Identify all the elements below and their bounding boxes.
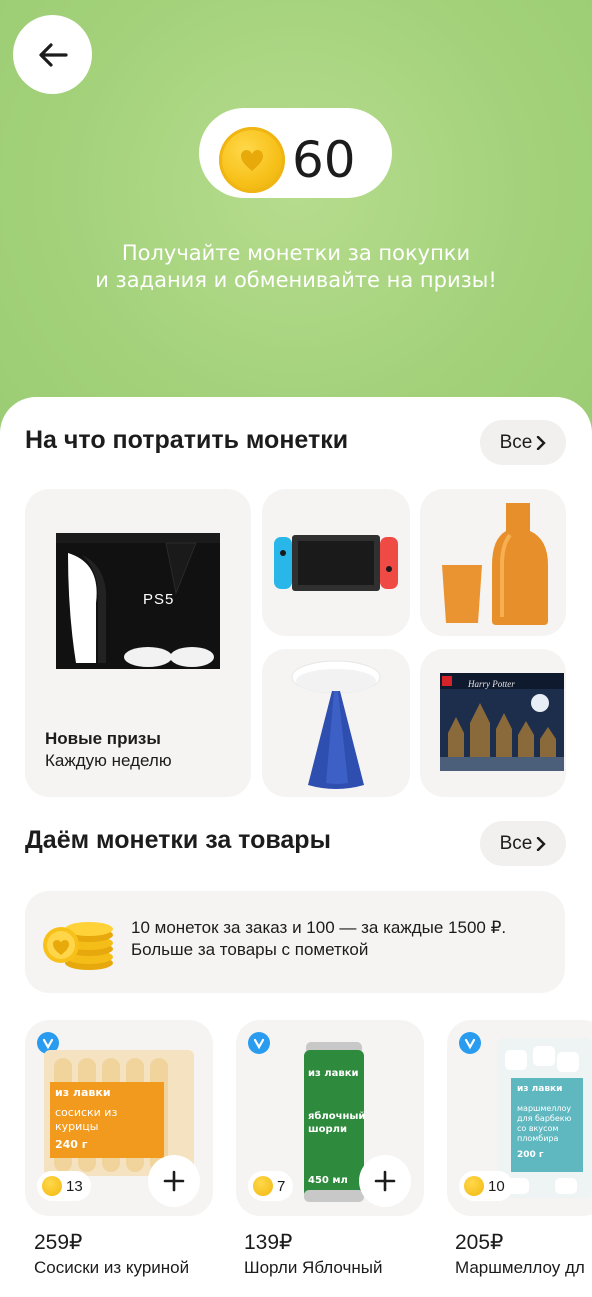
- earn-info-card: 10 монеток за заказ и 100 — за каждые 15…: [25, 891, 565, 993]
- package-product-name: сосиски из курицы: [55, 1106, 118, 1133]
- earn-all-button[interactable]: Все: [480, 821, 566, 866]
- prize-tile-lamp[interactable]: [262, 649, 410, 797]
- carafe-glass-image: [442, 503, 548, 625]
- prize-tile-console[interactable]: [262, 489, 410, 636]
- hero-subtitle: Получайте монетки за покупки и задания и…: [95, 241, 497, 292]
- package-brand: из лавки: [55, 1086, 111, 1099]
- product-card-marshmallow[interactable]: из лавки маршмеллоу для барбекю со вкусо…: [447, 1020, 592, 1216]
- coin-icon: [253, 1176, 273, 1196]
- can-product-name: яблочный шорли: [308, 1111, 366, 1135]
- product-card-shorli[interactable]: из лавки яблочный шорли 450 мл 7: [236, 1020, 424, 1216]
- prize-tile-carafe[interactable]: [420, 489, 566, 636]
- chevron-right-icon: [537, 435, 547, 450]
- coin-reward-badge: 10: [459, 1171, 513, 1201]
- product-name[interactable]: Маршмеллоу дл: [455, 1258, 592, 1278]
- product-price: 139₽: [244, 1231, 293, 1254]
- back-arrow-icon: [38, 42, 68, 67]
- package-weight: 240 г: [55, 1138, 88, 1151]
- spend-section-title: На что потратить монетки: [25, 426, 349, 454]
- coin-stack-icon: [43, 922, 113, 970]
- earn-section-title: Даём монетки за товары: [25, 826, 331, 854]
- verified-badge-icon: [248, 1032, 270, 1054]
- coin-reward-badge: 7: [248, 1171, 294, 1201]
- can-volume: 450 мл: [308, 1175, 348, 1186]
- spend-all-button[interactable]: Все: [480, 420, 566, 465]
- switch-console-image: [274, 535, 398, 591]
- bag-weight: 200 г: [517, 1150, 544, 1160]
- bag-product-name: маршмеллоу для барбекю со вкусом пломбир…: [517, 1104, 572, 1143]
- earn-info-text: 10 монеток за заказ и 100 — за каждые 15…: [131, 918, 507, 959]
- lego-castle-image: [440, 673, 564, 771]
- prize-tile-featured[interactable]: PS5 Новые призы Каждую неделю: [25, 489, 251, 797]
- coin-reward-badge: 13: [37, 1171, 91, 1201]
- add-to-cart-button[interactable]: [359, 1155, 411, 1207]
- plus-icon: [374, 1170, 396, 1192]
- lego-box-label: Harry Potter: [468, 679, 515, 689]
- featured-tile-subtitle: Каждую неделю: [45, 751, 172, 770]
- coin-balance-value: 60: [292, 131, 356, 189]
- coin-icon: [42, 1176, 62, 1196]
- coin-icon: [219, 127, 285, 193]
- ps5-logo-text: PS5: [143, 591, 175, 608]
- product-price: 205₽: [455, 1231, 504, 1254]
- back-button[interactable]: [13, 15, 92, 94]
- plus-icon: [163, 1170, 185, 1192]
- featured-tile-title: Новые призы: [45, 729, 161, 748]
- chevron-right-icon: [537, 836, 547, 851]
- verified-badge-icon: [459, 1032, 481, 1054]
- can-brand: из лавки: [308, 1068, 359, 1079]
- prize-tile-lego[interactable]: Harry Potter: [420, 649, 566, 797]
- coin-icon: [464, 1176, 484, 1196]
- table-lamp-image: [291, 660, 381, 789]
- bag-brand: из лавки: [517, 1084, 563, 1094]
- product-name[interactable]: Шорли Яблочный: [244, 1258, 382, 1278]
- add-to-cart-button[interactable]: [148, 1155, 200, 1207]
- product-name[interactable]: Сосиски из куриной: [34, 1258, 189, 1278]
- product-card-sausages[interactable]: из лавки сосиски из курицы 240 г 13: [25, 1020, 213, 1216]
- product-price: 259₽: [34, 1231, 83, 1254]
